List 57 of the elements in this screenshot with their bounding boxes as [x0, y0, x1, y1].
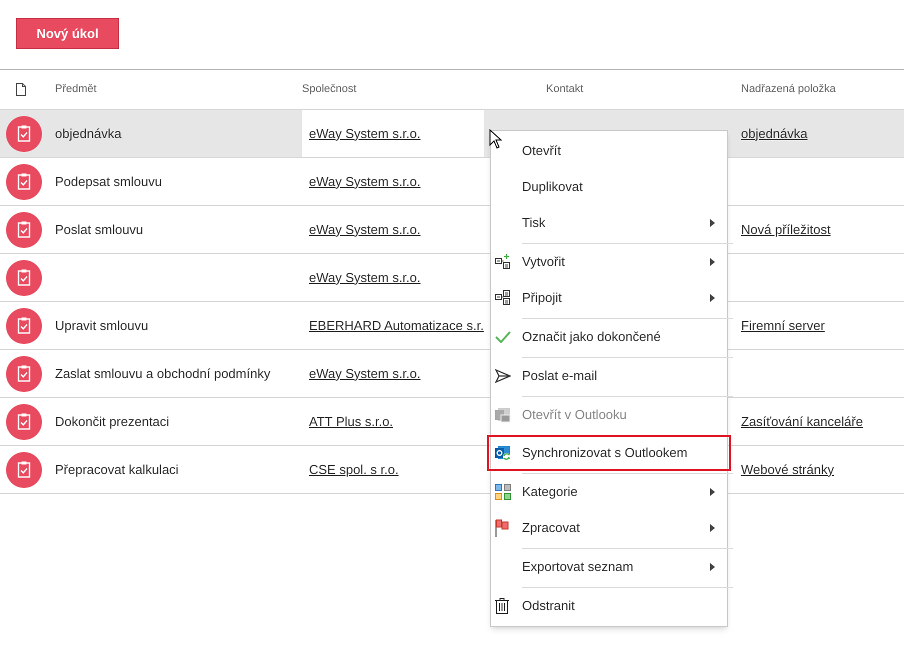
- menu-item[interactable]: Synchronizovat s Outlookem: [487, 435, 731, 471]
- task-subject: Poslat smlouvu: [55, 220, 144, 239]
- submenu-arrow-icon: [710, 524, 715, 532]
- submenu-arrow-icon: [710, 294, 715, 302]
- company-link[interactable]: eWay System s.r.o.: [309, 124, 420, 144]
- menu-item[interactable]: Odstranit: [487, 588, 731, 624]
- categories-icon: [495, 484, 511, 500]
- task-icon: [6, 452, 42, 488]
- column-header[interactable]: Kontakt: [546, 83, 584, 96]
- submenu-arrow-icon: [710, 219, 715, 227]
- create-icon: [495, 254, 511, 270]
- column-header[interactable]: Společnost: [302, 83, 356, 96]
- parent-item-link[interactable]: Nová příležitost: [741, 220, 831, 240]
- menu-item[interactable]: Tisk: [487, 205, 731, 241]
- company-link[interactable]: EBERHARD Automatizace s.r.: [309, 316, 484, 336]
- document-icon: [16, 83, 26, 96]
- task-subject: Přepracovat kalkulaci: [55, 460, 179, 479]
- company-link[interactable]: eWay System s.r.o.: [309, 172, 420, 192]
- parent-item-link[interactable]: Firemní server: [741, 316, 825, 336]
- menu-item[interactable]: Exportovat seznam: [487, 549, 731, 585]
- submenu-arrow-icon: [710, 563, 715, 571]
- submenu-arrow-icon: [710, 258, 715, 266]
- submenu-arrow-icon: [710, 488, 715, 496]
- column-header[interactable]: Předmět: [55, 83, 97, 96]
- send-icon: [495, 369, 511, 383]
- company-link[interactable]: CSE spol. s r.o.: [309, 460, 399, 480]
- flag-icon: [495, 519, 509, 537]
- parent-item-link[interactable]: Webové stránky: [741, 460, 834, 480]
- task-icon: [6, 116, 42, 152]
- menu-item[interactable]: Zpracovat: [487, 510, 731, 546]
- parent-item-link[interactable]: objednávka: [741, 124, 808, 144]
- task-icon: [6, 356, 42, 392]
- outlook-open-icon: [495, 407, 511, 423]
- checkmark-icon: [495, 331, 511, 343]
- outlook-sync-icon: [495, 445, 511, 461]
- new-task-button[interactable]: Nový úkol: [16, 18, 119, 49]
- trash-icon: [495, 598, 509, 614]
- hovered-cell[interactable]: eWay System s.r.o.: [302, 110, 484, 157]
- parent-item-link[interactable]: Zasíťování kanceláře: [741, 412, 863, 432]
- company-link[interactable]: eWay System s.r.o.: [309, 220, 420, 240]
- attach-icon: [495, 290, 511, 306]
- task-subject: Zaslat smlouvu a obchodní podmínky: [55, 364, 270, 383]
- task-icon: [6, 164, 42, 200]
- task-icon: [6, 404, 42, 440]
- menu-item[interactable]: Poslat e-mail: [487, 358, 731, 394]
- column-header[interactable]: Nadřazená položka: [741, 83, 836, 96]
- company-link[interactable]: eWay System s.r.o.: [309, 268, 420, 288]
- task-subject: Podepsat smlouvu: [55, 172, 162, 191]
- task-icon: [6, 308, 42, 344]
- task-icon: [6, 212, 42, 248]
- task-subject: Upravit smlouvu: [55, 316, 148, 335]
- task-icon: [6, 260, 42, 296]
- company-link[interactable]: ATT Plus s.r.o.: [309, 412, 394, 432]
- task-subject: Dokončit prezentaci: [55, 412, 170, 431]
- task-subject: objednávka: [55, 124, 122, 143]
- menu-item[interactable]: Duplikovat: [487, 169, 731, 205]
- company-link[interactable]: eWay System s.r.o.: [309, 364, 420, 384]
